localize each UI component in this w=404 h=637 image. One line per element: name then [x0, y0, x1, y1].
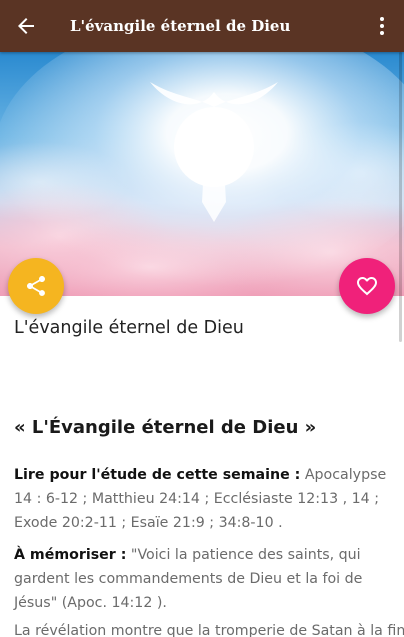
hero-image — [0, 52, 404, 296]
heart-outline-icon — [357, 277, 377, 296]
arrow-left-icon — [18, 18, 34, 34]
intro-paragraph: La révélation montre que la tromperie de… — [14, 623, 404, 637]
back-button[interactable] — [0, 0, 52, 52]
more-vertical-icon — [380, 17, 384, 35]
share-button[interactable] — [8, 258, 64, 314]
app-bar: L'évangile éternel de Dieu — [0, 0, 404, 52]
memorize-label: À mémoriser : — [14, 547, 127, 563]
lesson-heading: « L'Évangile éternel de Dieu » — [14, 417, 317, 438]
app-title: L'évangile éternel de Dieu — [70, 17, 291, 35]
reading-paragraph: Lire pour l'étude de cette semaine : Apo… — [14, 463, 390, 535]
scrollbar[interactable] — [399, 52, 402, 342]
memory-verse-paragraph: À mémoriser : "Voici la patience des sai… — [14, 543, 390, 615]
overflow-menu-button[interactable] — [360, 0, 404, 52]
screen: L'évangile éternel de Dieu L'évangile ét… — [0, 0, 404, 637]
reading-label: Lire pour l'étude de cette semaine : — [14, 467, 301, 483]
share-icon — [27, 276, 45, 296]
article-title: L'évangile éternel de Dieu — [14, 318, 244, 338]
favorite-button[interactable] — [339, 258, 395, 314]
angel-in-clouds-illustration — [0, 52, 404, 296]
